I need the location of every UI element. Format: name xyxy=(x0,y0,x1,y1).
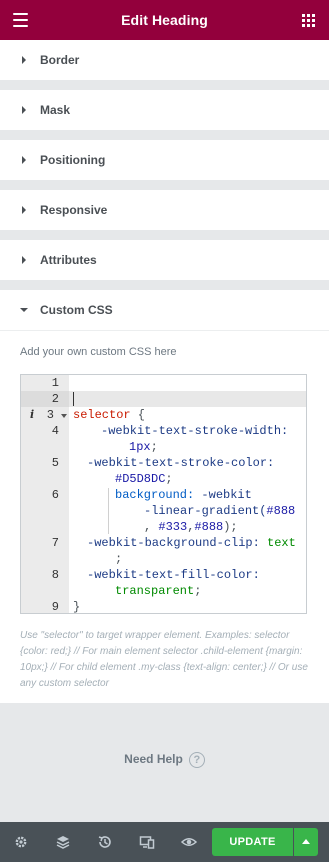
section-label: Responsive xyxy=(40,203,108,217)
code-line-3: selector { xyxy=(73,408,146,422)
text-cursor xyxy=(73,392,74,406)
section-label: Custom CSS xyxy=(40,303,113,317)
section-positioning[interactable]: Positioning xyxy=(0,140,329,180)
update-button[interactable]: UPDATE xyxy=(212,828,293,856)
code-line-5-prop: -webkit-text-stroke-color: xyxy=(87,456,275,470)
caret-right-icon xyxy=(22,206,26,214)
line-number: 4 xyxy=(51,424,59,438)
preview-eye-icon[interactable] xyxy=(181,834,197,850)
panel-footer: UPDATE xyxy=(0,822,329,862)
need-help-label: Need Help xyxy=(124,752,183,767)
section-attributes[interactable]: Attributes xyxy=(0,240,329,280)
code-line-4-prop: -webkit-text-stroke-width: xyxy=(101,424,289,438)
section-border[interactable]: Border xyxy=(0,40,329,80)
section-custom-css-header[interactable]: Custom CSS xyxy=(0,290,329,331)
line-number: 8 xyxy=(51,568,59,582)
caret-right-icon xyxy=(22,106,26,114)
caret-right-icon xyxy=(22,56,26,64)
code-line-8-prop: -webkit-text-fill-color: xyxy=(87,568,260,582)
line-number: 7 xyxy=(51,536,59,550)
fold-toggle-icon[interactable] xyxy=(61,414,67,418)
line-number: 6 xyxy=(51,488,59,502)
code-line-7: -webkit-background-clip: text xyxy=(87,536,296,550)
panel-header: Edit Heading xyxy=(0,0,329,40)
section-label: Border xyxy=(40,53,80,67)
help-question-icon: ? xyxy=(188,752,205,768)
section-mask[interactable]: Mask xyxy=(0,90,329,130)
grid-icon[interactable] xyxy=(302,14,315,27)
line-number: 1 xyxy=(51,376,59,390)
responsive-icon[interactable] xyxy=(139,834,155,850)
line-number: 9 xyxy=(51,600,59,614)
section-label: Attributes xyxy=(40,253,97,267)
need-help-link[interactable]: Need Help? xyxy=(0,752,329,768)
custom-css-note: Use "selector" to target wrapper element… xyxy=(20,630,308,689)
indent-guide xyxy=(108,488,109,534)
code-line-5-val: #D5D8DC; xyxy=(115,472,173,486)
caret-right-icon xyxy=(22,256,26,264)
layers-icon[interactable] xyxy=(55,834,71,850)
section-label: Positioning xyxy=(40,153,106,167)
update-options-button[interactable] xyxy=(294,828,318,856)
custom-css-help: Add your own custom CSS here xyxy=(20,346,177,358)
code-line-6c: , #333,#888); xyxy=(144,520,238,534)
code-line-6a: background: -webkit xyxy=(115,488,252,502)
caret-down-icon xyxy=(20,308,28,312)
code-line-9: } xyxy=(73,600,81,614)
hamburger-icon[interactable] xyxy=(13,13,28,27)
css-code-editor[interactable]: 1 2 i 3 4 5 6 7 8 9 selector { -webkit-t… xyxy=(20,374,307,614)
line-number: 2 xyxy=(51,392,59,406)
caret-right-icon xyxy=(22,156,26,164)
section-responsive[interactable]: Responsive xyxy=(0,190,329,230)
settings-icon[interactable] xyxy=(13,834,29,850)
line-number: 3 xyxy=(46,408,54,422)
section-label: Mask xyxy=(40,103,71,117)
history-icon[interactable] xyxy=(97,834,113,850)
line-number: 5 xyxy=(51,456,59,470)
panel-title: Edit Heading xyxy=(121,12,208,28)
code-line-6b: -linear-gradient(#888 xyxy=(144,504,296,518)
code-line-8-val: transparent; xyxy=(115,584,202,598)
code-line-7-semi: ; xyxy=(115,552,123,566)
code-line-4-val: 1px; xyxy=(129,440,158,454)
